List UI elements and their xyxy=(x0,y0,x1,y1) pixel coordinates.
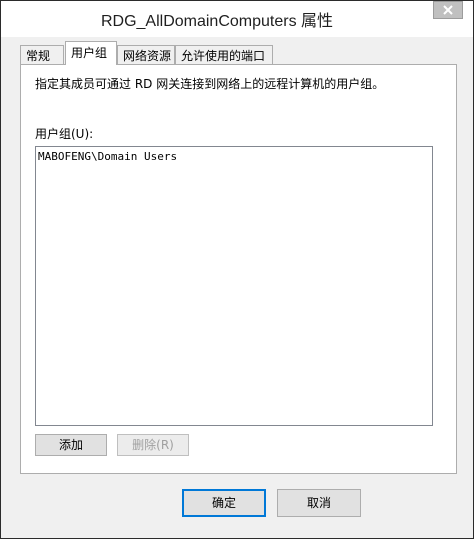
user-groups-label: 用户组(U): xyxy=(35,127,94,141)
cancel-button[interactable]: 取消 xyxy=(277,489,361,517)
tab-general[interactable]: 常规 xyxy=(20,45,64,65)
tab-allowed-ports[interactable]: 允许使用的端口 xyxy=(175,45,273,65)
close-icon xyxy=(443,5,453,15)
tab-user-groups[interactable]: 用户组 xyxy=(65,41,117,65)
window-title: RDG_AllDomainComputers 属性 xyxy=(100,13,334,30)
panel-description: 指定其成员可通过 RD 网关连接到网络上的远程计算机的用户组。 xyxy=(35,77,385,91)
dialog-body: 常规 用户组 网络资源 允许使用的端口 指定其成员可通过 RD 网关连接到网络上… xyxy=(1,37,473,538)
properties-dialog: RDG_AllDomainComputers 属性 常规 用户组 网络资源 允许… xyxy=(0,0,474,539)
close-button[interactable] xyxy=(433,1,463,19)
user-groups-list[interactable]: MABOFENG\Domain Users xyxy=(35,146,433,426)
list-item[interactable]: MABOFENG\Domain Users xyxy=(38,150,177,163)
remove-button[interactable]: 删除(R) xyxy=(117,434,189,456)
user-groups-panel: 指定其成员可通过 RD 网关连接到网络上的远程计算机的用户组。 用户组(U): … xyxy=(20,64,457,474)
add-button[interactable]: 添加 xyxy=(35,434,107,456)
ok-button[interactable]: 确定 xyxy=(182,489,266,517)
tab-network-resources[interactable]: 网络资源 xyxy=(117,45,175,65)
title-bar[interactable]: RDG_AllDomainComputers 属性 xyxy=(1,1,473,37)
